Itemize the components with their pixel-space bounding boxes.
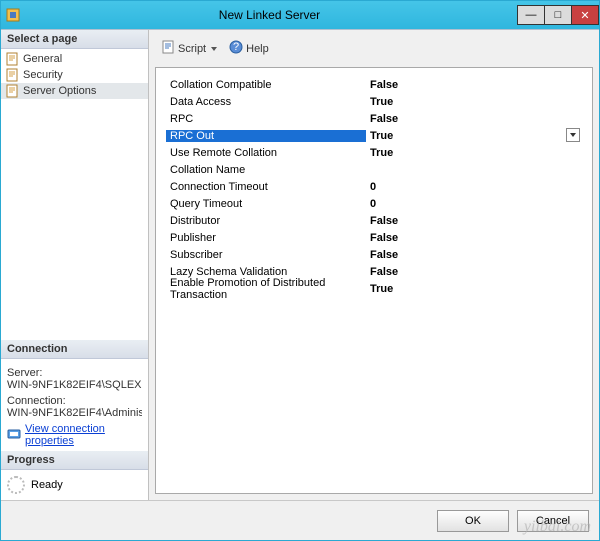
property-row[interactable]: Use Remote CollationTrue bbox=[166, 144, 582, 161]
script-label: Script bbox=[178, 43, 206, 55]
dropdown-button[interactable] bbox=[566, 128, 580, 142]
page-icon bbox=[5, 84, 19, 98]
property-row[interactable]: Connection Timeout0 bbox=[166, 178, 582, 195]
property-row[interactable]: RPC OutTrue bbox=[166, 127, 582, 144]
property-grid[interactable]: Collation CompatibleFalseData AccessTrue… bbox=[155, 67, 593, 494]
maximize-button[interactable]: □ bbox=[544, 5, 572, 25]
dialog-window: New Linked Server — □ ✕ Select a page Ge… bbox=[0, 0, 600, 541]
script-button[interactable]: Script bbox=[157, 38, 221, 59]
window-controls: — □ ✕ bbox=[518, 5, 599, 25]
progress-spinner-icon bbox=[7, 476, 25, 494]
property-value[interactable]: False bbox=[366, 232, 582, 244]
view-connection-link[interactable]: View connection properties bbox=[7, 423, 142, 447]
titlebar[interactable]: New Linked Server — □ ✕ bbox=[1, 1, 599, 29]
chevron-down-icon bbox=[211, 47, 217, 51]
script-icon bbox=[161, 40, 175, 57]
property-name: Connection Timeout bbox=[166, 181, 366, 193]
svg-text:?: ? bbox=[233, 41, 239, 53]
property-row[interactable]: Collation CompatibleFalse bbox=[166, 76, 582, 93]
property-name: Collation Compatible bbox=[166, 79, 366, 91]
property-name: Publisher bbox=[166, 232, 366, 244]
cancel-button[interactable]: Cancel bbox=[517, 510, 589, 532]
property-value[interactable]: False bbox=[366, 113, 582, 125]
property-row[interactable]: RPCFalse bbox=[166, 110, 582, 127]
page-icon bbox=[5, 68, 19, 82]
right-pane: Script ? Help Collation CompatibleFalseD… bbox=[149, 30, 599, 500]
page-nav: General Security Server Options bbox=[1, 49, 148, 101]
dialog-footer: OK Cancel bbox=[1, 500, 599, 540]
property-name: Enable Promotion of Distributed Transact… bbox=[166, 277, 366, 301]
property-name: Distributor bbox=[166, 215, 366, 227]
property-value[interactable]: 0 bbox=[366, 198, 582, 210]
property-row[interactable]: Data AccessTrue bbox=[166, 93, 582, 110]
progress-text: Ready bbox=[31, 479, 63, 491]
toolbar: Script ? Help bbox=[155, 36, 593, 61]
property-row[interactable]: PublisherFalse bbox=[166, 229, 582, 246]
nav-item[interactable]: Security bbox=[1, 67, 148, 83]
view-connection-label: View connection properties bbox=[25, 423, 142, 447]
server-label: Server: bbox=[7, 367, 142, 379]
connection-label: Connection: bbox=[7, 395, 142, 407]
property-value[interactable]: False bbox=[366, 215, 582, 227]
connection-header: Connection bbox=[1, 340, 148, 359]
property-name: RPC Out bbox=[166, 130, 366, 142]
property-value[interactable]: True bbox=[366, 96, 582, 108]
property-name: Data Access bbox=[166, 96, 366, 108]
property-name: Collation Name bbox=[166, 164, 366, 176]
page-icon bbox=[5, 52, 19, 66]
ok-button[interactable]: OK bbox=[437, 510, 509, 532]
property-value[interactable]: True bbox=[366, 130, 582, 142]
window-title: New Linked Server bbox=[21, 8, 518, 22]
property-value[interactable]: False bbox=[366, 249, 582, 261]
property-value[interactable]: False bbox=[366, 79, 582, 91]
nav-item-label: Security bbox=[23, 69, 63, 81]
minimize-button[interactable]: — bbox=[517, 5, 545, 25]
close-button[interactable]: ✕ bbox=[571, 5, 599, 25]
nav-item[interactable]: General bbox=[1, 51, 148, 67]
property-row[interactable]: SubscriberFalse bbox=[166, 246, 582, 263]
property-name: RPC bbox=[166, 113, 366, 125]
progress-block: Ready bbox=[1, 470, 148, 500]
property-name: Query Timeout bbox=[166, 198, 366, 210]
nav-item-label: Server Options bbox=[23, 85, 96, 97]
property-name: Subscriber bbox=[166, 249, 366, 261]
property-value[interactable]: 0 bbox=[366, 181, 582, 193]
progress-header: Progress bbox=[1, 451, 148, 470]
property-value[interactable]: True bbox=[366, 283, 582, 295]
property-value[interactable]: True bbox=[366, 147, 582, 159]
help-button[interactable]: ? Help bbox=[225, 38, 273, 59]
app-icon bbox=[5, 7, 21, 23]
help-label: Help bbox=[246, 43, 269, 55]
dialog-body: Select a page General Security Server Opti… bbox=[1, 29, 599, 500]
connection-value: WIN-9NF1K82EIF4\Administrator bbox=[7, 407, 142, 419]
nav-item-label: General bbox=[23, 53, 62, 65]
property-row[interactable]: Query Timeout0 bbox=[166, 195, 582, 212]
left-pane: Select a page General Security Server Opti… bbox=[1, 30, 149, 500]
connection-icon bbox=[7, 427, 21, 444]
help-icon: ? bbox=[229, 40, 243, 57]
server-value: WIN-9NF1K82EIF4\SQLEXPRES bbox=[7, 379, 142, 391]
property-name: Use Remote Collation bbox=[166, 147, 366, 159]
property-row[interactable]: DistributorFalse bbox=[166, 212, 582, 229]
property-value[interactable]: False bbox=[366, 266, 582, 278]
select-page-header: Select a page bbox=[1, 30, 148, 49]
nav-item[interactable]: Server Options bbox=[1, 83, 148, 99]
property-row[interactable]: Enable Promotion of Distributed Transact… bbox=[166, 280, 582, 297]
connection-info: Server: WIN-9NF1K82EIF4\SQLEXPRES Connec… bbox=[1, 359, 148, 451]
property-row[interactable]: Collation Name bbox=[166, 161, 582, 178]
